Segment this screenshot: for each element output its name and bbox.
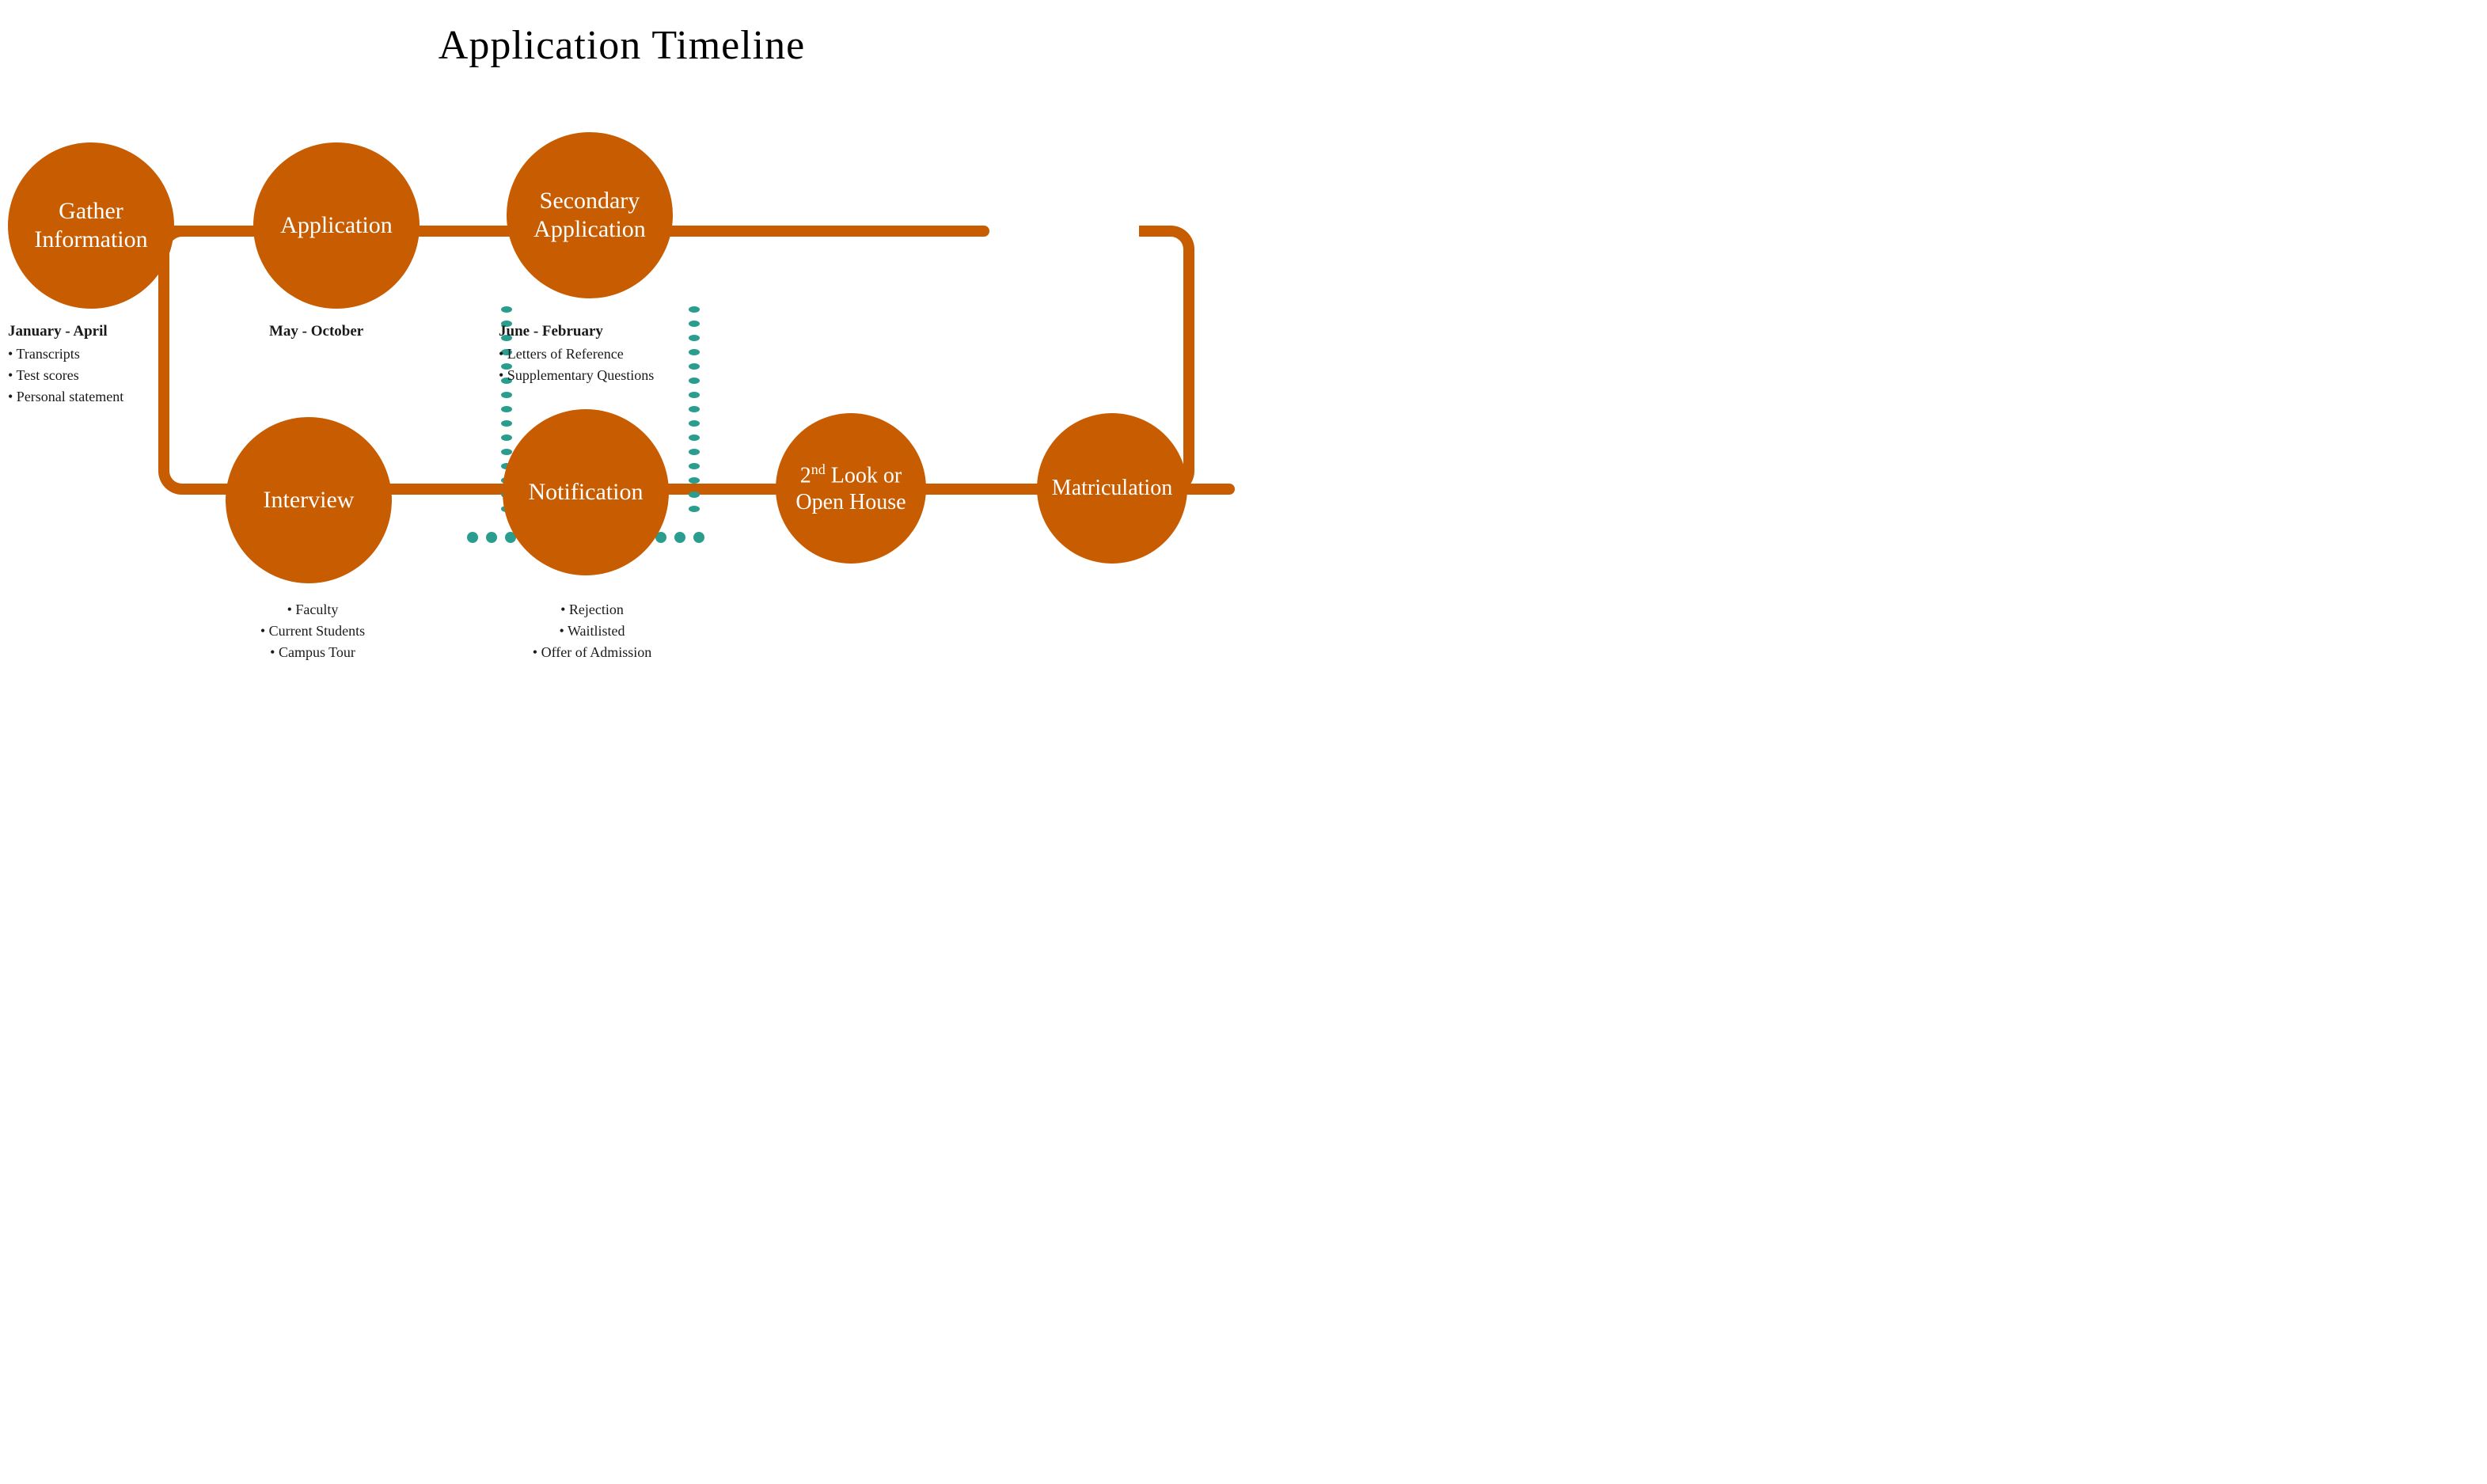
dot bbox=[467, 532, 478, 543]
interview-bullet-1: • Faculty bbox=[234, 599, 392, 621]
dot bbox=[689, 306, 700, 313]
dot bbox=[501, 406, 512, 412]
notification-bullet-2: • Waitlisted bbox=[509, 621, 675, 642]
secondary-application-circle: SecondaryApplication bbox=[507, 132, 673, 298]
dot bbox=[501, 449, 512, 455]
dot bbox=[501, 435, 512, 441]
matriculation-label: Matriculation bbox=[1052, 475, 1172, 502]
interview-bullet-3: • Campus Tour bbox=[234, 642, 392, 663]
interview-circle: Interview bbox=[226, 417, 392, 583]
dot bbox=[689, 463, 700, 469]
dot bbox=[689, 449, 700, 455]
dot bbox=[674, 532, 685, 543]
notification-label: Notification bbox=[529, 478, 644, 507]
dot bbox=[501, 306, 512, 313]
dot bbox=[689, 492, 700, 498]
dot bbox=[689, 406, 700, 412]
gather-bullet-3: • Personal statement bbox=[8, 386, 190, 408]
secondary-application-label: SecondaryApplication bbox=[526, 179, 654, 252]
application-info-text: May - October bbox=[269, 321, 427, 343]
dot bbox=[501, 420, 512, 427]
dot bbox=[689, 435, 700, 441]
dot bbox=[693, 532, 704, 543]
secondary-bullet-2: • Supplementary Questions bbox=[499, 365, 704, 386]
notification-info-text: • Rejection • Waitlisted • Offer of Admi… bbox=[509, 599, 675, 663]
interview-info-text: • Faculty • Current Students • Campus To… bbox=[234, 599, 392, 663]
application-circle: Application bbox=[253, 142, 420, 309]
notification-bullet-3: • Offer of Admission bbox=[509, 642, 675, 663]
page-title: Application Timeline bbox=[0, 0, 1244, 69]
dot bbox=[689, 506, 700, 512]
matriculation-circle: Matriculation bbox=[1037, 413, 1187, 564]
gather-bullet-2: • Test scores bbox=[8, 365, 190, 386]
interview-bullet-2: • Current Students bbox=[234, 621, 392, 642]
secondary-bullet-1: • Letters of Reference bbox=[499, 343, 704, 365]
gather-date: January - April bbox=[8, 321, 190, 343]
timeline-container: GatherInformation January - April • Tran… bbox=[0, 77, 1244, 742]
dot bbox=[689, 392, 700, 398]
gather-info-text: January - April • Transcripts • Test sco… bbox=[8, 321, 190, 408]
second-look-label: 2nd Look orOpen House bbox=[789, 455, 912, 522]
application-label: Application bbox=[272, 203, 401, 248]
application-date: May - October bbox=[269, 321, 427, 343]
gather-information-circle: GatherInformation bbox=[8, 142, 174, 309]
secondary-info-text: June - February • Letters of Reference •… bbox=[499, 321, 704, 386]
gather-bullet-1: • Transcripts bbox=[8, 343, 190, 365]
notification-bullet-1: • Rejection bbox=[509, 599, 675, 621]
dot bbox=[486, 532, 497, 543]
dot bbox=[689, 420, 700, 427]
secondary-date: June - February bbox=[499, 321, 704, 343]
interview-label: Interview bbox=[264, 486, 355, 514]
second-look-circle: 2nd Look orOpen House bbox=[776, 413, 926, 564]
gather-information-label: GatherInformation bbox=[26, 189, 155, 262]
dot bbox=[501, 392, 512, 398]
dot bbox=[689, 477, 700, 484]
notification-circle: Notification bbox=[503, 409, 669, 575]
